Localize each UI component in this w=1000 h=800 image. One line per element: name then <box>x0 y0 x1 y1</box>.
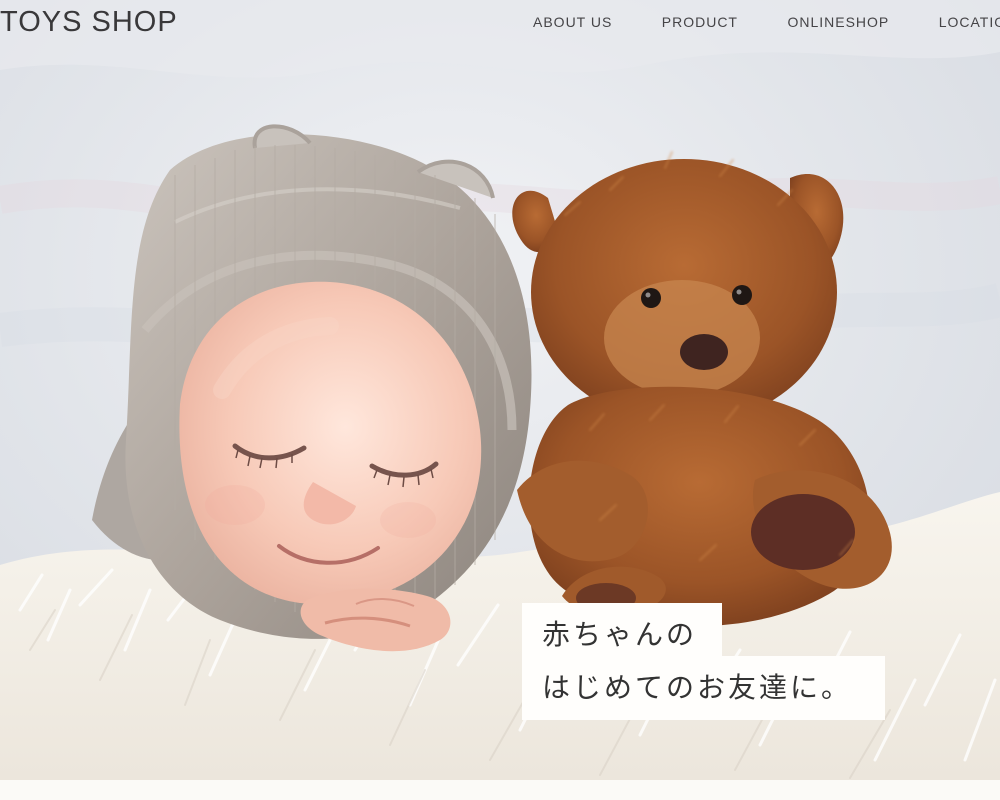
nav-product-link[interactable]: PRODUCT <box>662 14 738 30</box>
main-navigation: ABOUT US PRODUCT ONLINESHOP LOCATION <box>533 14 1000 30</box>
landing-page: TOYS SHOP ABOUT US PRODUCT ONLINESHOP LO… <box>0 0 1000 800</box>
page-bottom-band <box>0 780 1000 800</box>
site-header: TOYS SHOP ABOUT US PRODUCT ONLINESHOP LO… <box>0 0 1000 48</box>
nav-onlineshop-link[interactable]: ONLINESHOP <box>787 14 889 30</box>
nav-about-us-link[interactable]: ABOUT US <box>533 14 612 30</box>
nav-location-link[interactable]: LOCATION <box>939 14 1000 30</box>
hero-section: TOYS SHOP ABOUT US PRODUCT ONLINESHOP LO… <box>0 0 1000 780</box>
hero-copy-line-2: はじめてのお友達に。 <box>522 656 885 720</box>
brand-logo[interactable]: TOYS SHOP <box>0 6 178 38</box>
